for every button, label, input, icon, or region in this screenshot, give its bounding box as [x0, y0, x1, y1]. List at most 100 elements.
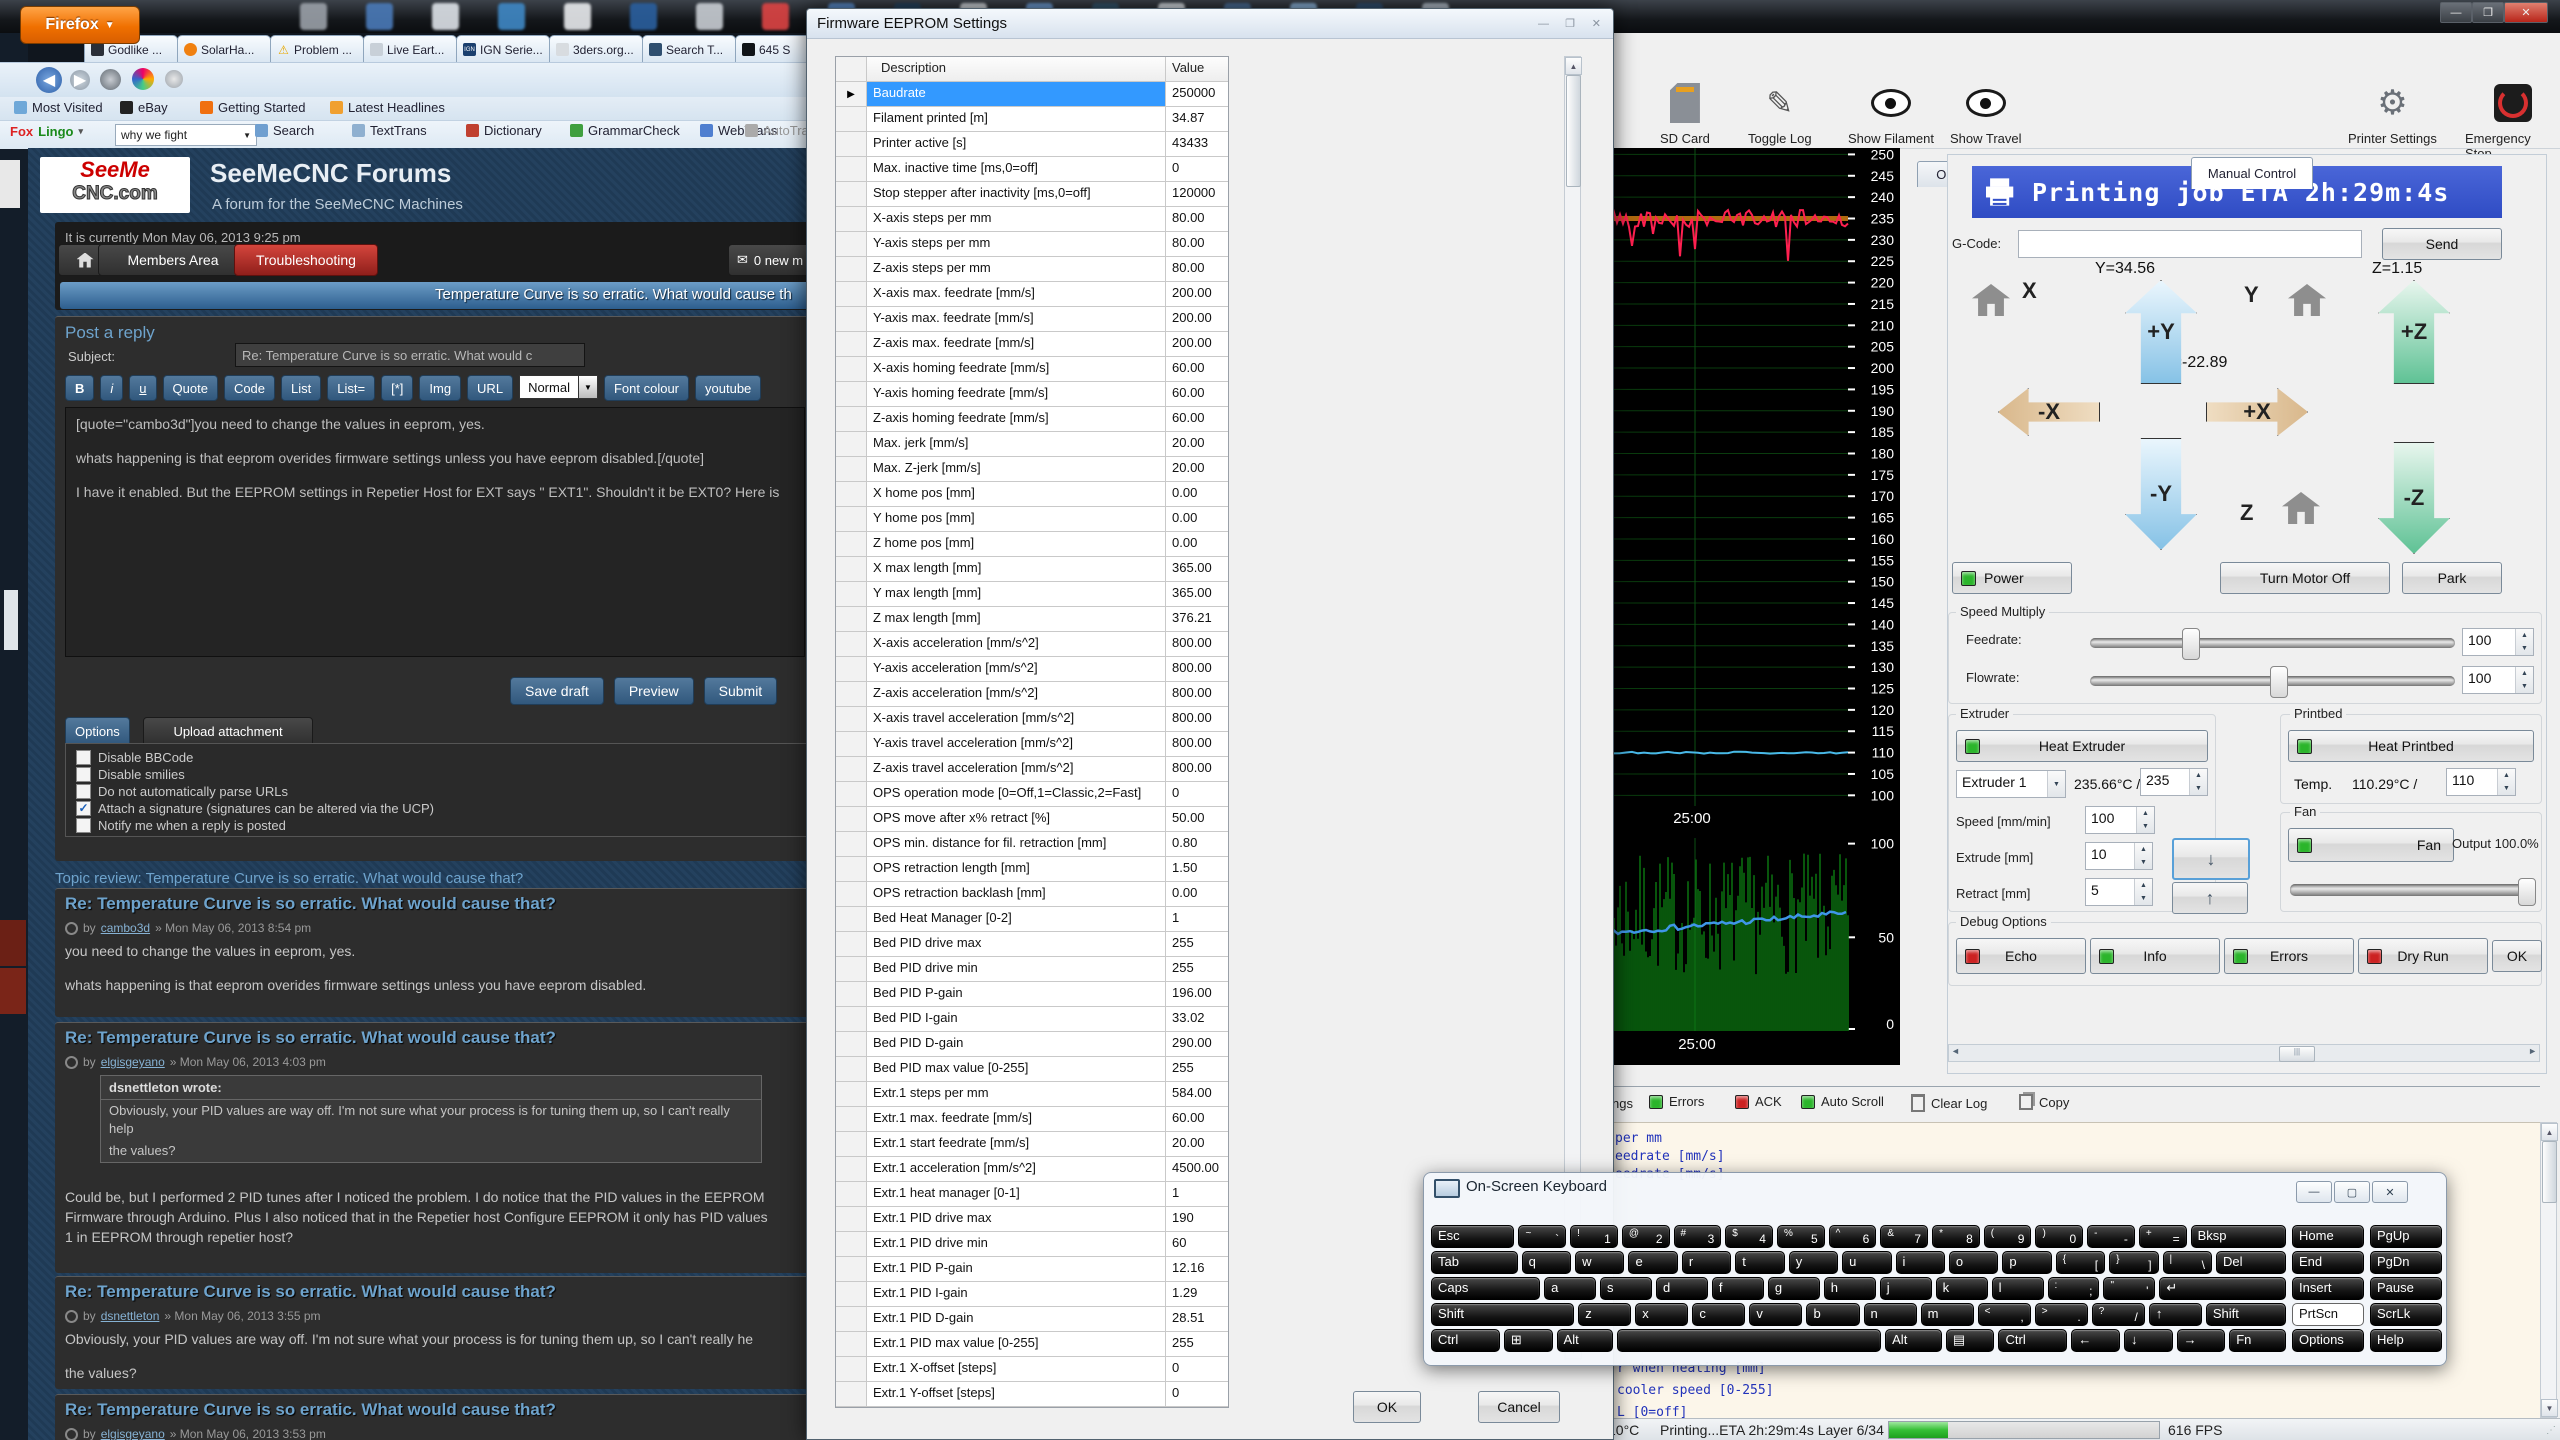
key-scrlk[interactable]: ScrLk: [2370, 1303, 2442, 1326]
cell-value[interactable]: 290.00: [1166, 1032, 1228, 1056]
bbcode-[*]-button[interactable]: [*]: [381, 375, 413, 401]
table-row[interactable]: Extr.1 steps per mm584.00: [836, 1082, 1228, 1107]
cell-value[interactable]: 255: [1166, 1057, 1228, 1081]
key-alt[interactable]: Alt: [1885, 1329, 1942, 1352]
cell-value[interactable]: 20.00: [1166, 1132, 1228, 1156]
key-r[interactable]: r: [1682, 1251, 1731, 1274]
cell-value[interactable]: 20.00: [1166, 432, 1228, 456]
save-draft-button[interactable]: Save draft: [510, 677, 604, 705]
retract-amount-spinner[interactable]: 5▲▼: [2085, 878, 2153, 906]
cell-description[interactable]: X-axis acceleration [mm/s^2]: [867, 632, 1166, 656]
cell-description[interactable]: X home pos [mm]: [867, 482, 1166, 506]
foxlingo-item-search[interactable]: Search: [255, 123, 314, 138]
key-c[interactable]: c: [1692, 1303, 1745, 1326]
cell-description[interactable]: OPS min. distance for fil. retraction [m…: [867, 832, 1166, 856]
key-insert[interactable]: Insert: [2292, 1277, 2364, 1300]
table-row[interactable]: Bed Heat Manager [0-2]1: [836, 907, 1228, 932]
table-row[interactable]: Z-axis steps per mm80.00: [836, 257, 1228, 282]
debug-ok-button[interactable]: OK: [2492, 940, 2542, 972]
paw-icon[interactable]: [165, 70, 183, 88]
cell-value[interactable]: 1.50: [1166, 857, 1228, 881]
youtube-button[interactable]: youtube: [695, 375, 761, 401]
cell-value[interactable]: 28.51: [1166, 1307, 1228, 1331]
close-icon[interactable]: ✕: [2372, 1181, 2408, 1203]
table-row[interactable]: Bed PID D-gain290.00: [836, 1032, 1228, 1057]
table-row[interactable]: Extr.1 PID I-gain1.29: [836, 1282, 1228, 1307]
table-row[interactable]: Y-axis travel acceleration [mm/s^2]800.0…: [836, 732, 1228, 757]
cell-value[interactable]: 60.00: [1166, 382, 1228, 406]
table-row[interactable]: OPS operation mode [0=Off,1=Classic,2=Fa…: [836, 782, 1228, 807]
cell-value[interactable]: 0.00: [1166, 532, 1228, 556]
key-t[interactable]: t: [1735, 1251, 1784, 1274]
key-b[interactable]: b: [1806, 1303, 1859, 1326]
key-[interactable]: "': [2103, 1277, 2155, 1300]
bbcode-list-button[interactable]: List: [281, 375, 321, 401]
cell-value[interactable]: 800.00: [1166, 632, 1228, 656]
cell-value[interactable]: 196.00: [1166, 982, 1228, 1006]
fan-slider-thumb[interactable]: [2518, 878, 2536, 906]
foxlingo-dropdown[interactable]: why we fight▼: [115, 124, 257, 146]
cell-description[interactable]: X max length [mm]: [867, 557, 1166, 581]
log-errors-button[interactable]: Errors: [1649, 1094, 1704, 1109]
post-title[interactable]: Re: Temperature Curve is so erratic. Wha…: [65, 894, 556, 914]
cell-value[interactable]: 60.00: [1166, 1107, 1228, 1131]
key-q[interactable]: q: [1522, 1251, 1571, 1274]
cell-value[interactable]: 4500.00: [1166, 1157, 1228, 1181]
key-help[interactable]: Help: [2370, 1329, 2442, 1352]
close-icon[interactable]: ✕: [2504, 2, 2548, 23]
table-row[interactable]: Y-axis acceleration [mm/s^2]800.00: [836, 657, 1228, 682]
table-row[interactable]: Extr.1 PID max value [0-255]255: [836, 1332, 1228, 1357]
toolbar-toggle-log[interactable]: ✎Toggle Log: [1748, 83, 1812, 146]
key-options[interactable]: Options: [2292, 1329, 2364, 1352]
key-pgdn[interactable]: PgDn: [2370, 1251, 2442, 1274]
cell-description[interactable]: Y-axis acceleration [mm/s^2]: [867, 657, 1166, 681]
key-x[interactable]: x: [1635, 1303, 1688, 1326]
cell-value[interactable]: 0: [1166, 157, 1228, 181]
cell-value[interactable]: 80.00: [1166, 232, 1228, 256]
table-row[interactable]: Bed PID I-gain33.02: [836, 1007, 1228, 1032]
key-esc[interactable]: Esc: [1431, 1225, 1514, 1248]
menu-key[interactable]: ▤: [1946, 1329, 1995, 1352]
key-tab[interactable]: Tab: [1431, 1251, 1518, 1274]
table-row[interactable]: Bed PID drive min255: [836, 957, 1228, 982]
key-g[interactable]: g: [1768, 1277, 1820, 1300]
cell-description[interactable]: Bed Heat Manager [0-2]: [867, 907, 1166, 931]
style-dropdown[interactable]: Normal▼: [519, 375, 598, 401]
key-[interactable]: +=: [2139, 1225, 2187, 1248]
key-1[interactable]: !1: [1570, 1225, 1618, 1248]
cell-value[interactable]: 365.00: [1166, 582, 1228, 606]
submit-button[interactable]: Submit: [704, 677, 778, 705]
cell-description[interactable]: X-axis steps per mm: [867, 207, 1166, 231]
cell-description[interactable]: OPS move after x% retract [%]: [867, 807, 1166, 831]
table-row[interactable]: Extr.1 heat manager [0-1]1: [836, 1182, 1228, 1207]
cell-description[interactable]: Extr.1 PID I-gain: [867, 1282, 1166, 1306]
table-row[interactable]: Z-axis acceleration [mm/s^2]800.00: [836, 682, 1228, 707]
win-key[interactable]: ⊞: [1504, 1329, 1553, 1352]
foxlingo-item-grammarcheck[interactable]: GrammarCheck: [570, 123, 680, 138]
bbcode-i-button[interactable]: i: [100, 375, 123, 401]
table-row[interactable]: OPS move after x% retract [%]50.00: [836, 807, 1228, 832]
log-auto-scroll-button[interactable]: Auto Scroll: [1801, 1094, 1884, 1109]
key-9[interactable]: (9: [1984, 1225, 2032, 1248]
scroll-right-icon[interactable]: ►: [2528, 1046, 2537, 1056]
cell-value[interactable]: 1: [1166, 1182, 1228, 1206]
table-row[interactable]: OPS retraction length [mm]1.50: [836, 857, 1228, 882]
cell-value[interactable]: 800.00: [1166, 707, 1228, 731]
cell-description[interactable]: Max. Z-jerk [mm/s]: [867, 457, 1166, 481]
tab-warning[interactable]: ⚠Problem ...: [270, 35, 364, 63]
cell-value[interactable]: 200.00: [1166, 282, 1228, 306]
ok-button[interactable]: OK: [1353, 1391, 1421, 1423]
key-k[interactable]: k: [1936, 1277, 1988, 1300]
key-5[interactable]: %5: [1777, 1225, 1825, 1248]
cell-value[interactable]: 33.02: [1166, 1007, 1228, 1031]
dialog-scrollbar[interactable]: ▲ ▼: [1564, 56, 1581, 1360]
description-column-header[interactable]: Description: [867, 57, 1166, 81]
cell-value[interactable]: 60: [1166, 1232, 1228, 1256]
table-row[interactable]: Printer active [s]43433: [836, 132, 1228, 157]
tab-globe[interactable]: Live Eart...: [363, 35, 457, 63]
forward-icon[interactable]: ▶: [70, 70, 90, 90]
post-author-link[interactable]: cambo3d: [101, 921, 150, 935]
bbcode-code-button[interactable]: Code: [224, 375, 275, 401]
debug-info-button[interactable]: Info: [2090, 938, 2220, 974]
post-title[interactable]: Re: Temperature Curve is so erratic. Wha…: [65, 1400, 556, 1420]
